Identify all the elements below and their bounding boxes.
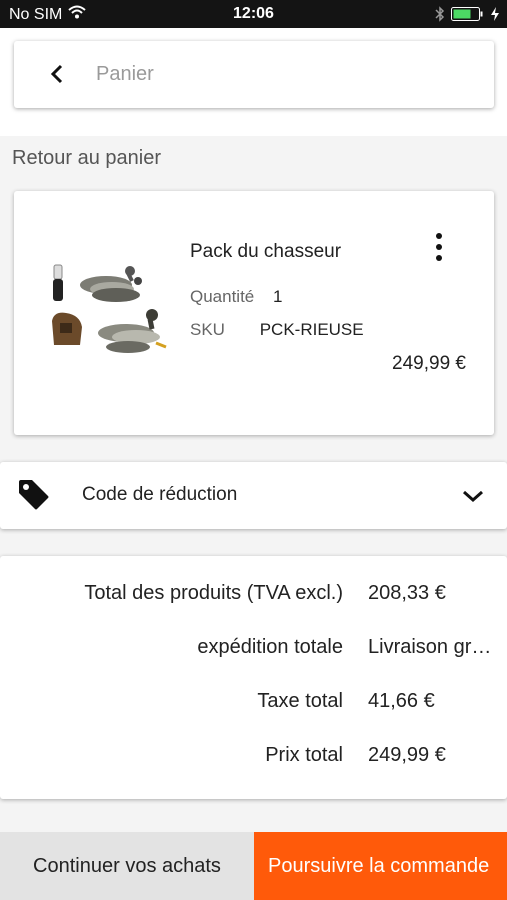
total-label: Total des produits (TVA excl.) [84, 582, 343, 604]
checkout-button[interactable]: Poursuivre la commande [254, 832, 507, 900]
more-vertical-icon-dot [436, 233, 442, 239]
bluetooth-icon [435, 6, 445, 27]
clock: 12:06 [233, 5, 274, 22]
chevron-down-icon [463, 490, 483, 503]
total-label: expédition totale [197, 636, 343, 658]
more-vertical-icon-dot [436, 244, 442, 250]
continue-shopping-label: Continuer vos achats [33, 854, 221, 877]
total-value: 208,33 € [368, 582, 446, 604]
item-menu-button[interactable] [431, 231, 447, 263]
total-row: Prix total 249,99 € [0, 744, 507, 774]
sku-value: PCK-RIEUSE [259, 320, 364, 339]
more-vertical-icon-dot [436, 255, 442, 261]
quantity-label: Quantité [190, 287, 255, 306]
total-value: 249,99 € [368, 744, 446, 766]
total-value: 41,66 € [368, 690, 435, 712]
total-row: Taxe total 41,66 € [0, 690, 507, 720]
cart-item-card: Pack du chasseur Quantité 1 SKU PCK-RIEU… [14, 191, 494, 435]
quantity-value: 1 [273, 287, 283, 306]
discount-code-toggle[interactable]: Code de réduction [0, 462, 507, 529]
tag-icon [19, 480, 49, 510]
order-summary: Total des produits (TVA excl.) 208,33 € … [0, 556, 507, 799]
total-label: Taxe total [257, 690, 343, 712]
header-bar: Panier [14, 41, 494, 108]
total-label: Prix total [265, 744, 343, 766]
sku-row: SKU PCK-RIEUSE [190, 320, 364, 340]
total-row: expédition totale Livraison gratuite [0, 636, 507, 666]
status-right [435, 6, 499, 27]
product-image [48, 251, 178, 361]
continue-shopping-button[interactable]: Continuer vos achats [0, 832, 254, 900]
chevron-left-icon [50, 64, 63, 84]
discount-code-label: Code de réduction [82, 484, 238, 505]
charging-icon [491, 7, 499, 26]
page-title: Panier [96, 63, 154, 85]
expand-discount-button[interactable] [458, 484, 488, 508]
footer-actions: Continuer vos achats Poursuivre la comma… [0, 832, 507, 900]
total-value: Livraison gratuite [368, 636, 496, 658]
return-to-cart-label: Retour au panier [12, 147, 161, 169]
checkout-label: Poursuivre la commande [268, 854, 490, 877]
product-name[interactable]: Pack du chasseur [190, 241, 341, 263]
product-price: 249,99 € [392, 353, 466, 374]
sku-label: SKU [190, 320, 225, 339]
battery-icon [451, 7, 485, 26]
status-bar: No SIM 12:06 [0, 0, 507, 28]
quantity-row: Quantité 1 [190, 287, 282, 307]
back-button[interactable] [44, 61, 70, 87]
total-row: Total des produits (TVA excl.) 208,33 € [0, 582, 507, 612]
